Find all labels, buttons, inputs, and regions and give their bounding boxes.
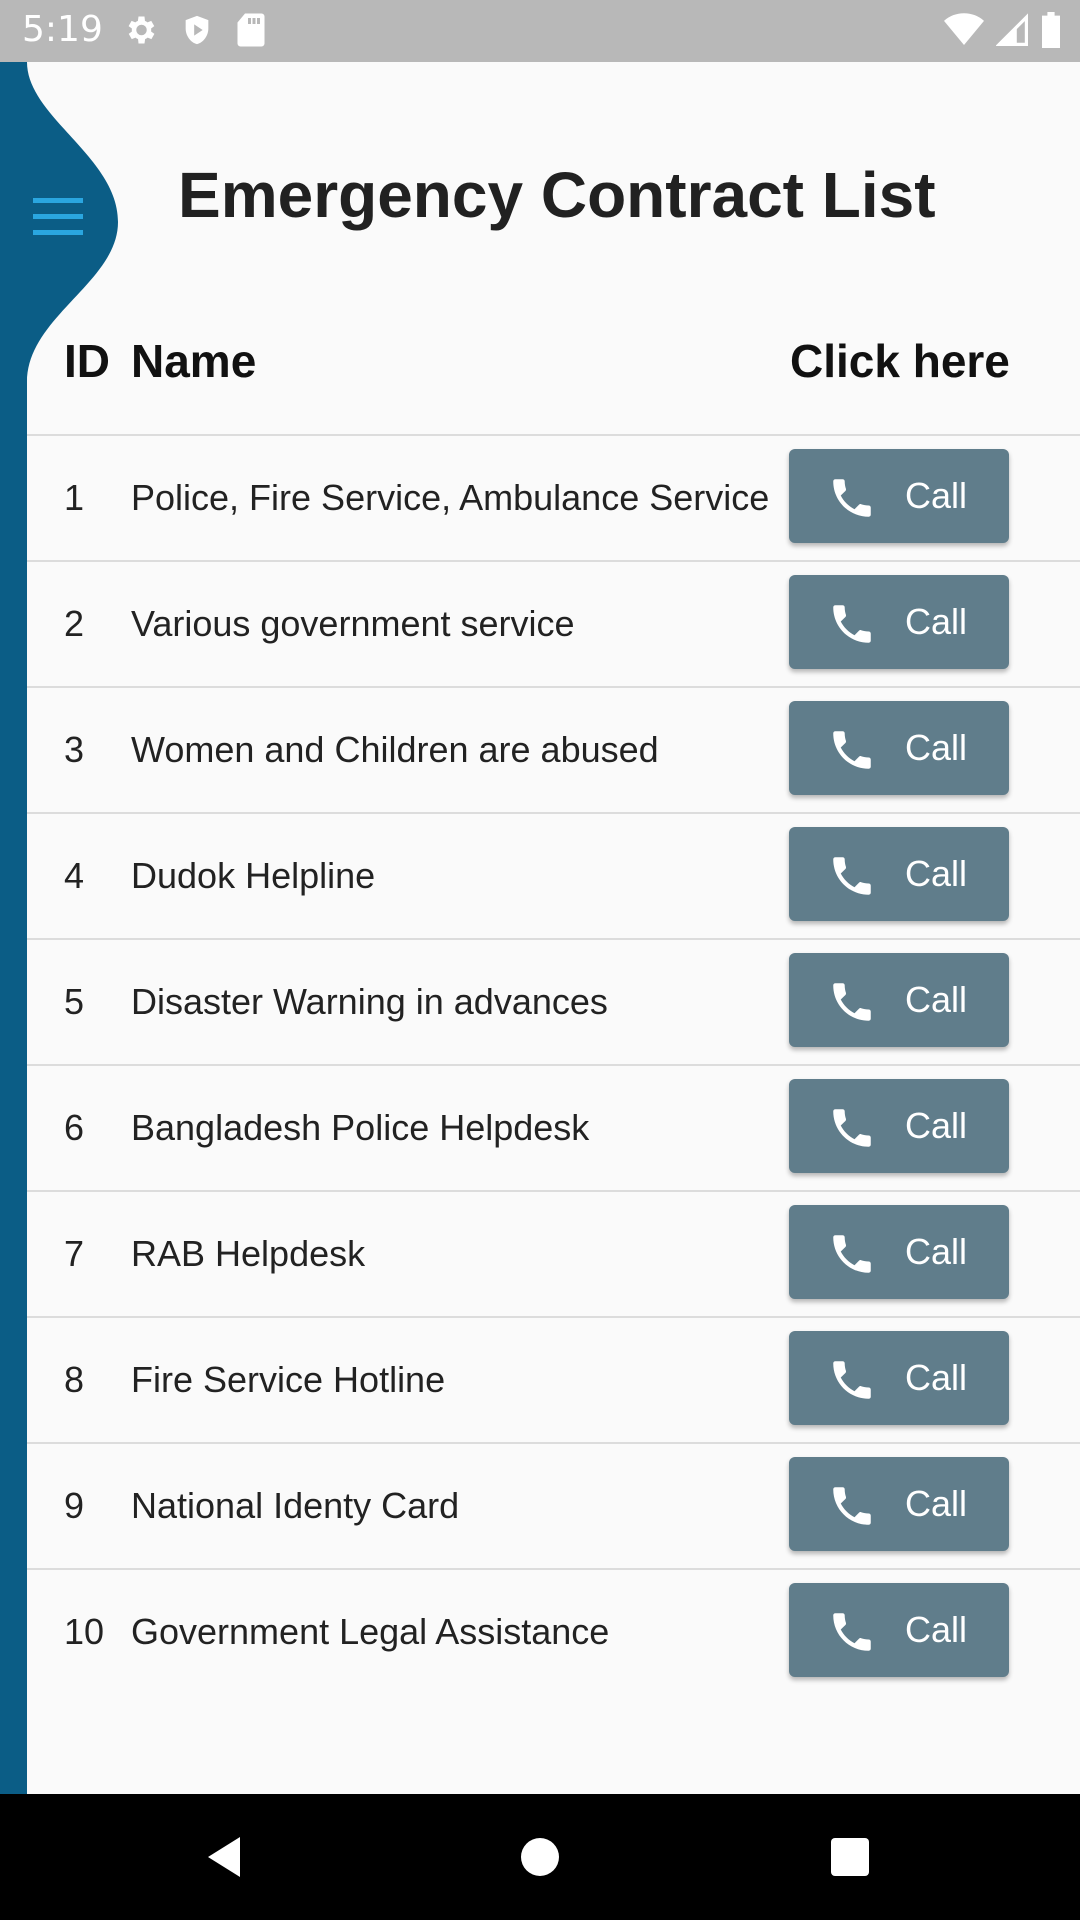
- call-button[interactable]: Call: [789, 1583, 1009, 1677]
- call-label: Call: [905, 979, 968, 1020]
- phone-icon: [833, 605, 871, 643]
- call-label: Call: [905, 601, 968, 642]
- phone-icon: [833, 983, 871, 1021]
- call-button[interactable]: Call: [789, 1457, 1009, 1551]
- table-row: 3 Women and Children are abused Call: [27, 688, 1080, 814]
- header-action: Click here: [790, 335, 1010, 387]
- call-label: Call: [905, 853, 968, 894]
- call-label: Call: [905, 1105, 968, 1146]
- battery-icon: [1040, 12, 1062, 48]
- phone-icon: [833, 1109, 871, 1147]
- table-row: 4 Dudok Helpline Call: [27, 814, 1080, 940]
- recents-button[interactable]: [820, 1827, 880, 1887]
- page-title: Emergency Contract List: [178, 159, 936, 231]
- row-id: 9: [64, 1485, 85, 1526]
- row-name: Police, Fire Service, Ambulance Service: [131, 477, 770, 518]
- menu-button[interactable]: [30, 194, 86, 240]
- row-name: National Identy Card: [131, 1485, 460, 1526]
- call-button[interactable]: Call: [789, 575, 1009, 669]
- table-row: 2 Various government service Call: [27, 562, 1080, 688]
- row-name: RAB Helpdesk: [131, 1233, 366, 1274]
- home-icon: [521, 1838, 559, 1876]
- home-button[interactable]: [510, 1827, 570, 1887]
- table-header: ID Name Click here: [27, 318, 1080, 436]
- row-id: 4: [64, 855, 85, 896]
- status-time: 5:19: [22, 9, 103, 50]
- table-row: 6 Bangladesh Police Helpdesk Call: [27, 1066, 1080, 1192]
- call-label: Call: [905, 1231, 968, 1272]
- call-label: Call: [905, 1357, 968, 1398]
- row-id: 8: [64, 1359, 85, 1400]
- contact-table: 1 Police, Fire Service, Ambulance Service…: [27, 436, 1080, 1694]
- call-label: Call: [905, 475, 968, 516]
- row-name: Government Legal Assistance: [131, 1611, 610, 1652]
- row-id: 3: [64, 729, 85, 770]
- phone-icon: [833, 1487, 871, 1525]
- row-name: Various government service: [131, 603, 575, 644]
- table-row: 1 Police, Fire Service, Ambulance Service…: [27, 436, 1080, 562]
- call-label: Call: [905, 727, 968, 768]
- table-row: 10 Government Legal Assistance Call: [27, 1570, 1080, 1694]
- call-label: Call: [905, 1483, 968, 1524]
- call-button[interactable]: Call: [789, 449, 1009, 543]
- call-button[interactable]: Call: [789, 1205, 1009, 1299]
- phone-icon: [833, 1235, 871, 1273]
- sd-card-icon: [236, 12, 266, 48]
- phone-icon: [833, 1613, 871, 1651]
- row-id: 2: [64, 603, 85, 644]
- table-row: 9 National Identy Card Call: [27, 1444, 1080, 1570]
- call-button[interactable]: Call: [789, 1079, 1009, 1173]
- back-icon: [208, 1837, 240, 1877]
- phone-icon: [833, 1361, 871, 1399]
- table-row: 7 RAB Helpdesk Call: [27, 1192, 1080, 1318]
- settings-icon: [122, 12, 158, 48]
- phone-icon: [833, 479, 871, 517]
- call-button[interactable]: Call: [789, 1331, 1009, 1425]
- row-name: Fire Service Hotline: [131, 1359, 446, 1400]
- call-button[interactable]: Call: [789, 701, 1009, 795]
- call-button[interactable]: Call: [789, 953, 1009, 1047]
- row-name: Dudok Helpline: [131, 855, 376, 896]
- wifi-icon: [944, 13, 984, 47]
- row-name: Bangladesh Police Helpdesk: [131, 1107, 590, 1148]
- row-id: 7: [64, 1233, 85, 1274]
- cell-signal-icon: [996, 13, 1028, 47]
- row-name: Women and Children are abused: [131, 729, 659, 770]
- recents-icon: [831, 1838, 869, 1876]
- row-name: Disaster Warning in advances: [131, 981, 608, 1022]
- row-id: 10: [64, 1611, 105, 1652]
- row-id: 6: [64, 1107, 85, 1148]
- row-id: 1: [64, 477, 85, 518]
- back-button[interactable]: [194, 1827, 254, 1887]
- header-id: ID: [64, 335, 110, 387]
- call-label: Call: [905, 1609, 968, 1650]
- table-row: 5 Disaster Warning in advances Call: [27, 940, 1080, 1066]
- phone-icon: [833, 857, 871, 895]
- header-name: Name: [131, 335, 257, 387]
- row-id: 5: [64, 981, 85, 1022]
- navigation-bar: [0, 1794, 1080, 1920]
- table-row: 8 Fire Service Hotline Call: [27, 1318, 1080, 1444]
- shield-icon: [180, 12, 214, 48]
- status-icons-right: [944, 12, 1062, 48]
- status-bar: 5:19: [0, 0, 1080, 62]
- menu-icon: [33, 198, 83, 235]
- phone-icon: [833, 731, 871, 769]
- status-icons-left: [122, 12, 266, 48]
- call-button[interactable]: Call: [789, 827, 1009, 921]
